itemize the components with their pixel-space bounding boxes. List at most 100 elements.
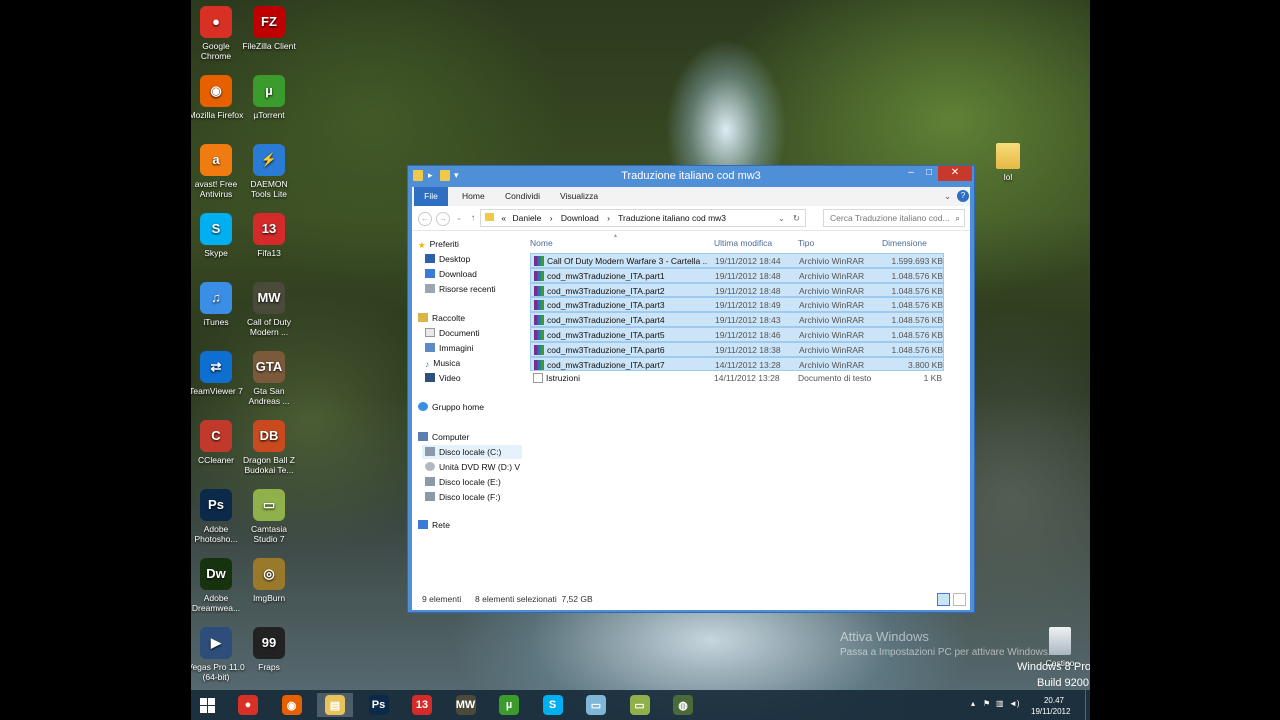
expand-ribbon-icon[interactable]: ⌄ bbox=[944, 187, 951, 206]
desktop-icon[interactable]: FZ FileZilla Client bbox=[240, 6, 298, 51]
libraries-icon bbox=[418, 313, 428, 322]
desktop-icon[interactable]: µ µTorrent bbox=[240, 75, 298, 120]
desktop-icon[interactable]: ▭ Camtasia Studio 7 bbox=[240, 489, 298, 544]
desktop-icon[interactable]: ⚡ DAEMON Tools Lite bbox=[240, 144, 298, 199]
desktop-icon[interactable]: ● Google Chrome bbox=[191, 6, 245, 61]
file-row[interactable]: cod_mw3Traduzione_ITA.part3 19/11/2012 18… bbox=[530, 297, 944, 313]
winrar-icon bbox=[534, 285, 544, 296]
volume-icon[interactable]: ◄) bbox=[1009, 699, 1020, 708]
close-button[interactable]: ✕ bbox=[938, 166, 972, 181]
desktop-icon[interactable]: ◉ Mozilla Firefox bbox=[191, 75, 245, 120]
desktop-icon[interactable]: Ps Adobe Photosho... bbox=[191, 489, 245, 544]
taskbar-app-button[interactable]: Ps bbox=[361, 693, 397, 717]
nav-libraries[interactable]: Raccolte bbox=[418, 311, 465, 325]
clock-date[interactable]: 19/11/2012 bbox=[1031, 707, 1070, 716]
nav-drive-c[interactable]: Disco locale (C:) bbox=[422, 445, 522, 459]
recorder-icon: ◍ bbox=[673, 695, 693, 715]
start-button[interactable] bbox=[191, 693, 223, 717]
breadcrumb-item[interactable]: Download bbox=[561, 213, 599, 223]
taskbar-app-button[interactable]: ▭ bbox=[578, 693, 614, 717]
desktop-icon[interactable]: ♫ iTunes bbox=[191, 282, 245, 327]
nav-documents[interactable]: Documenti bbox=[425, 326, 480, 340]
tab-view[interactable]: Visualizza bbox=[560, 187, 598, 206]
taskbar-app-button[interactable]: ◉ bbox=[274, 693, 310, 717]
action-center-icon[interactable]: ⚑ bbox=[983, 699, 990, 708]
nav-drive-d[interactable]: Unità DVD RW (D:) V bbox=[425, 460, 520, 474]
explorer-window[interactable]: ▸ ▾ Traduzione italiano cod mw3 – □ ✕ Fi… bbox=[407, 165, 975, 613]
desktop-icon[interactable]: Dw Adobe Dreamwea... bbox=[191, 558, 245, 613]
taskbar-app-button[interactable]: ● bbox=[230, 693, 266, 717]
network-icon[interactable]: ▥ bbox=[996, 699, 1004, 708]
desktop-icon[interactable]: C CCleaner bbox=[191, 420, 245, 465]
show-hidden-icons[interactable]: ▴ bbox=[971, 699, 975, 708]
clock-time[interactable]: 20.47 bbox=[1039, 696, 1069, 705]
minimize-button[interactable]: – bbox=[902, 166, 920, 181]
nav-homegroup[interactable]: Gruppo home bbox=[418, 400, 484, 414]
search-icon[interactable]: ⌕ bbox=[955, 210, 960, 226]
tab-home[interactable]: Home bbox=[462, 187, 485, 206]
up-button[interactable]: ↑ bbox=[466, 212, 480, 226]
recent-locations-icon[interactable]: ⌄ bbox=[452, 212, 466, 226]
file-row[interactable]: cod_mw3Traduzione_ITA.part4 19/11/2012 18… bbox=[530, 312, 944, 327]
taskbar-app-button[interactable]: ▤ bbox=[317, 693, 353, 717]
chevron-down-icon[interactable]: ⌄ bbox=[778, 210, 785, 226]
breadcrumb-item[interactable]: Daniele bbox=[512, 213, 541, 223]
desktop-icon-lol[interactable]: lol bbox=[979, 143, 1037, 182]
large-icons-view-icon[interactable] bbox=[953, 593, 966, 606]
maximize-button[interactable]: □ bbox=[920, 166, 938, 181]
nav-recent[interactable]: Risorse recenti bbox=[425, 282, 496, 296]
desktop-icon[interactable]: ▶ Vegas Pro 11.0 (64-bit) bbox=[191, 627, 245, 682]
file-row[interactable]: cod_mw3Traduzione_ITA.part1 19/11/2012 18… bbox=[530, 267, 944, 283]
file-size: 1.048.576 KB bbox=[891, 344, 943, 355]
desktop-icon[interactable]: a avast! Free Antivirus bbox=[191, 144, 245, 199]
show-desktop-button[interactable] bbox=[1085, 690, 1090, 720]
nav-download[interactable]: Download bbox=[425, 267, 477, 281]
nav-computer[interactable]: Computer bbox=[418, 430, 469, 444]
file-row[interactable]: cod_mw3Traduzione_ITA.part5 19/11/2012 18… bbox=[530, 327, 944, 342]
taskbar-app-button[interactable]: µ bbox=[491, 693, 527, 717]
nav-drive-e[interactable]: Disco locale (E:) bbox=[425, 475, 501, 489]
taskbar-app-button[interactable]: ◍ bbox=[665, 693, 701, 717]
desktop-icon[interactable]: 99 Fraps bbox=[240, 627, 298, 672]
desktop-icon[interactable]: ◎ ImgBurn bbox=[240, 558, 298, 603]
column-name[interactable]: Nome bbox=[530, 236, 553, 250]
breadcrumb-root[interactable]: « bbox=[501, 213, 506, 223]
taskbar-app-button[interactable]: S bbox=[535, 693, 571, 717]
column-type[interactable]: Tipo bbox=[798, 236, 814, 250]
forward-button[interactable]: → bbox=[436, 212, 450, 226]
desktop-icon[interactable]: S Skype bbox=[191, 213, 245, 258]
search-input[interactable]: Cerca Traduzione italiano cod... ⌕ bbox=[823, 209, 965, 227]
file-row[interactable]: Call Of Duty Modern Warfare 3 - Cartella… bbox=[530, 253, 944, 268]
nav-desktop[interactable]: Desktop bbox=[425, 252, 470, 266]
details-view-icon[interactable] bbox=[937, 593, 950, 606]
desktop-icon[interactable]: MW Call of Duty Modern ... bbox=[240, 282, 298, 337]
file-row[interactable]: Istruzioni 14/11/2012 13:28 Documento di t… bbox=[530, 371, 944, 386]
refresh-icon[interactable]: ↻ bbox=[793, 210, 800, 226]
column-modified[interactable]: Ultima modifica bbox=[714, 236, 772, 250]
desktop-icon[interactable]: DB Dragon Ball Z Budokai Te... bbox=[240, 420, 298, 475]
file-row[interactable]: cod_mw3Traduzione_ITA.part2 19/11/2012 18… bbox=[530, 282, 944, 298]
tab-file[interactable]: File bbox=[414, 187, 448, 206]
address-bar[interactable]: « Daniele › Download › Traduzione italia… bbox=[480, 209, 806, 227]
taskbar-app-button[interactable]: 13 bbox=[404, 693, 440, 717]
breadcrumb-item[interactable]: Traduzione italiano cod mw3 bbox=[618, 213, 726, 223]
tab-share[interactable]: Condividi bbox=[505, 187, 540, 206]
taskbar-app-button[interactable]: MW bbox=[448, 693, 484, 717]
nav-video[interactable]: Video bbox=[425, 371, 461, 385]
column-size[interactable]: Dimensione bbox=[882, 236, 927, 250]
nav-network[interactable]: Rete bbox=[418, 518, 450, 532]
nav-music[interactable]: ♪ Musica bbox=[425, 356, 460, 370]
title-bar[interactable]: ▸ ▾ Traduzione italiano cod mw3 – □ ✕ bbox=[408, 166, 974, 187]
file-row[interactable]: cod_mw3Traduzione_ITA.part6 19/11/2012 18… bbox=[530, 341, 944, 357]
desktop-icon-label: ImgBurn bbox=[252, 593, 286, 603]
desktop-icon[interactable]: 13 Fifa13 bbox=[240, 213, 298, 258]
help-icon[interactable]: ? bbox=[957, 190, 969, 202]
desktop-icon[interactable]: ⇄ TeamViewer 7 bbox=[191, 351, 245, 396]
desktop-icon[interactable]: GTA Gta San Andreas ... bbox=[240, 351, 298, 406]
back-button[interactable]: ← bbox=[418, 212, 432, 226]
taskbar-app-button[interactable]: ▭ bbox=[622, 693, 658, 717]
nav-favorites[interactable]: ★ Preferiti bbox=[418, 237, 459, 251]
nav-pictures[interactable]: Immagini bbox=[425, 341, 473, 355]
nav-drive-f[interactable]: Disco locale (F:) bbox=[425, 490, 500, 504]
file-row[interactable]: cod_mw3Traduzione_ITA.part7 14/11/2012 13… bbox=[530, 356, 944, 372]
